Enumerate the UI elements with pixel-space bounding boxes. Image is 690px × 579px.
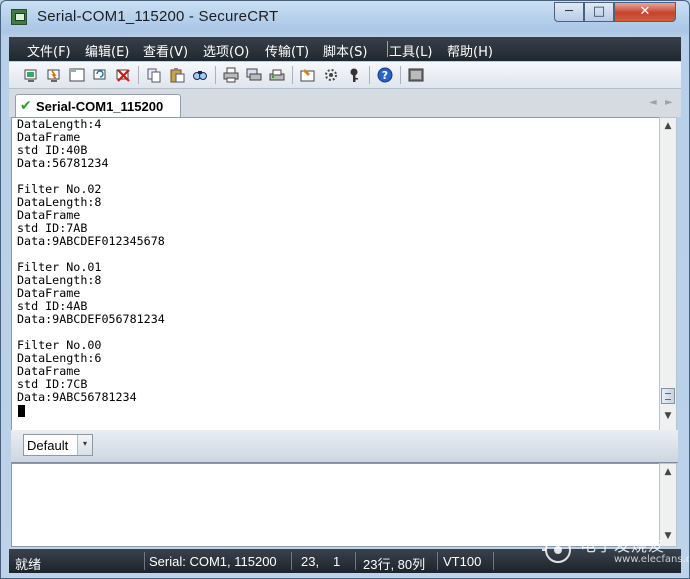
securecrt-app-icon[interactable]: [11, 9, 27, 25]
terminal-cursor: [18, 405, 25, 417]
connect-in-tab-icon[interactable]: [69, 67, 85, 83]
chevron-down-icon[interactable]: ▾: [77, 435, 92, 455]
toolbar-separator: [138, 66, 139, 84]
menu-bar: 文件(F) 编辑(E) 查看(V) 选项(O) 传输(T) 脚本(S) 工具(L…: [9, 37, 681, 61]
menu-transfer[interactable]: 传输(T): [265, 41, 309, 60]
status-ready: 就绪: [15, 557, 42, 572]
toolbar-separator: [215, 66, 216, 84]
app-window: Serial-COM1_115200 - SecureCRT ─ □ ✕ 文件(…: [0, 0, 690, 579]
status-connection: Serial: COM1, 115200: [149, 554, 277, 569]
menu-view[interactable]: 查看(V): [143, 41, 188, 60]
button-bar-select[interactable]: Default ▾: [23, 434, 93, 456]
scroll-down-icon[interactable]: ▼: [660, 408, 676, 424]
tab-serial-com1[interactable]: ✔ Serial-COM1_115200: [15, 94, 181, 117]
print-setup-icon[interactable]: [246, 67, 262, 83]
status-separator: [355, 552, 356, 570]
status-emulation: VT100: [443, 554, 482, 569]
menu-script[interactable]: 脚本(S): [323, 41, 367, 60]
window-title: Serial-COM1_115200 - SecureCRT: [37, 8, 279, 25]
tab-scroll-right-icon[interactable]: ►: [665, 97, 673, 108]
scroll-up-icon[interactable]: ▲: [660, 464, 676, 480]
reconnect-icon[interactable]: [92, 67, 108, 83]
menu-separator: [387, 41, 388, 57]
menu-help[interactable]: 帮助(H): [447, 41, 493, 60]
connected-check-icon: ✔: [20, 98, 32, 114]
keymap-icon[interactable]: [346, 67, 362, 83]
terminal-text: DataLength:4 DataFrame std ID:40B Data:5…: [17, 117, 165, 404]
status-separator: [144, 552, 145, 570]
title-bar[interactable]: Serial-COM1_115200 - SecureCRT ─ □ ✕: [1, 1, 689, 35]
toolbar-separator: [369, 66, 370, 84]
paste-icon[interactable]: [169, 67, 185, 83]
svg-text:?: ?: [382, 69, 388, 82]
print-icon[interactable]: [223, 67, 239, 83]
toolbar-separator: [292, 66, 293, 84]
maximize-button[interactable]: □: [584, 2, 614, 22]
terminal-scrollbar[interactable]: ▲ ▼: [659, 117, 677, 431]
copy-icon[interactable]: [146, 67, 162, 83]
status-separator: [437, 552, 438, 570]
session-options-icon[interactable]: [300, 67, 316, 83]
tab-scroll-left-icon[interactable]: ◄: [649, 97, 657, 108]
terminal-output[interactable]: DataLength:4 DataFrame std ID:40B Data:5…: [11, 117, 660, 431]
sftp-icon[interactable]: [408, 67, 424, 83]
status-size: 23行, 80列: [363, 557, 426, 572]
watermark-text: 电子发烧友: [580, 536, 666, 555]
scroll-up-icon[interactable]: ▲: [660, 118, 676, 134]
status-separator: [493, 552, 494, 570]
button-bar: Default ▾: [11, 430, 678, 463]
minimize-button[interactable]: ─: [554, 2, 584, 22]
scroll-thumb[interactable]: [661, 388, 675, 404]
toolbar-separator: [400, 66, 401, 84]
watermark: 电子发烧友 www.elecfans.com: [542, 526, 689, 578]
toolbar: ?: [9, 62, 681, 89]
quick-connect-icon[interactable]: [46, 67, 62, 83]
status-row: 23,: [301, 554, 320, 569]
menu-tools[interactable]: 工具(L): [389, 41, 432, 60]
button-bar-selected: Default: [27, 438, 69, 453]
status-separator: [291, 552, 292, 570]
disconnect-icon[interactable]: [115, 67, 131, 83]
print-screen-icon[interactable]: [269, 67, 285, 83]
find-icon[interactable]: [192, 67, 208, 83]
help-icon[interactable]: ?: [377, 67, 393, 83]
global-options-icon[interactable]: [323, 67, 339, 83]
tab-label: Serial-COM1_115200: [36, 99, 164, 114]
connect-icon[interactable]: [23, 67, 39, 83]
menu-options[interactable]: 选项(O): [203, 41, 249, 60]
menu-edit[interactable]: 编辑(E): [85, 41, 129, 60]
watermark-logo-icon: [542, 532, 571, 563]
status-col: 1: [333, 554, 341, 569]
close-button[interactable]: ✕: [614, 2, 676, 22]
menu-file[interactable]: 文件(F): [27, 41, 71, 60]
watermark-url: www.elecfans.com: [614, 554, 689, 565]
session-tab-strip: ✔ Serial-COM1_115200 ◄ ►: [9, 89, 681, 117]
